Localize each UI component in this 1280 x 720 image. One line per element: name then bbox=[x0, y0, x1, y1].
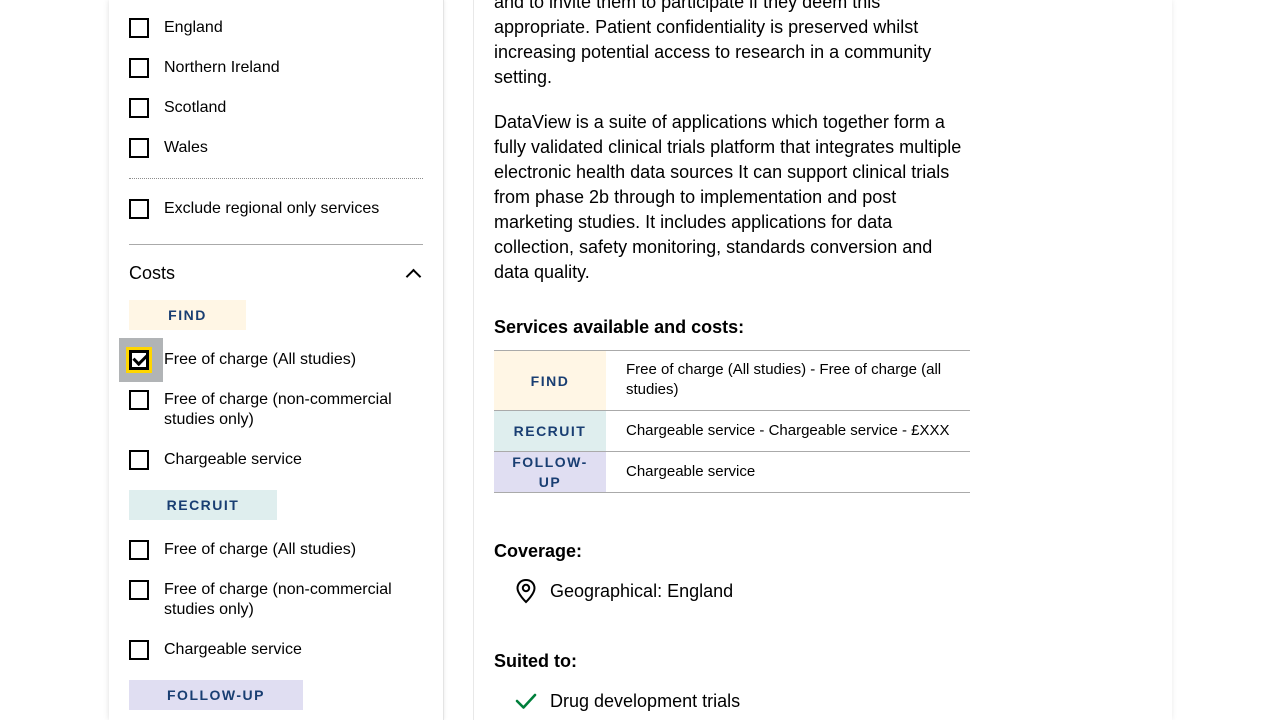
divider bbox=[129, 178, 423, 179]
region-checkbox-scotland[interactable]: Scotland bbox=[129, 98, 404, 118]
recruit-tag: RECRUIT bbox=[129, 490, 277, 520]
stage-cell-find: FIND bbox=[494, 350, 606, 411]
location-pin-icon bbox=[516, 578, 536, 604]
stage-cell-followup: FOLLOW-UP bbox=[494, 451, 606, 493]
suited-heading: Suited to: bbox=[494, 651, 577, 671]
checkbox[interactable] bbox=[129, 390, 149, 410]
costs-section-toggle[interactable]: Costs bbox=[129, 260, 423, 286]
table-row: RECRUIT Chargeable service - Chargeable … bbox=[494, 410, 970, 452]
suited-item-label: Drug development trials bbox=[550, 690, 741, 711]
checkbox[interactable] bbox=[129, 199, 149, 219]
check-icon bbox=[515, 693, 537, 709]
find-free-all-checkbox-overlay[interactable] bbox=[126, 347, 164, 373]
filter-sidebar: England Northern Ireland Scotland Wales … bbox=[109, 0, 444, 720]
services-costs-table: FIND Free of charge (All studies) - Free… bbox=[494, 350, 970, 493]
checkbox-label: Free of charge (non-commercial studies o… bbox=[164, 391, 392, 428]
cost-cell: Chargeable service bbox=[606, 451, 970, 493]
region-checkbox-northern-ireland[interactable]: Northern Ireland bbox=[129, 58, 404, 78]
intro-paragraph: and to invite them to participate if the… bbox=[494, 0, 932, 87]
checkbox[interactable] bbox=[129, 540, 149, 560]
checkbox-checked[interactable] bbox=[126, 347, 152, 373]
recruit-free-all-checkbox[interactable]: Free of charge (All studies) bbox=[129, 540, 404, 560]
checkbox-label: Free of charge (All studies) bbox=[164, 351, 357, 368]
followup-tag: FOLLOW-UP bbox=[129, 680, 303, 710]
find-chargeable-checkbox[interactable]: Chargeable service bbox=[129, 450, 404, 470]
checkbox-label: Wales bbox=[164, 139, 208, 156]
find-free-all-checkbox[interactable]: Free of charge (All studies) bbox=[126, 347, 404, 373]
coverage-item: Geographical: England bbox=[514, 578, 733, 604]
description-paragraph: DataView is a suite of applications whic… bbox=[494, 112, 962, 282]
checkbox[interactable] bbox=[129, 580, 149, 600]
checkbox[interactable] bbox=[129, 138, 149, 158]
checkbox-label: Scotland bbox=[164, 99, 227, 116]
table-row: FOLLOW-UP Chargeable service bbox=[494, 451, 970, 493]
find-tag: FIND bbox=[129, 300, 246, 330]
exclude-regional-checkbox[interactable]: Exclude regional only services bbox=[129, 199, 424, 219]
stage-cell-recruit: RECRUIT bbox=[494, 410, 606, 452]
section-title: Costs bbox=[129, 262, 176, 283]
checkbox[interactable] bbox=[129, 98, 149, 118]
table-row: FIND Free of charge (All studies) - Free… bbox=[494, 350, 970, 411]
checkmark-icon bbox=[132, 349, 149, 367]
checkbox[interactable] bbox=[129, 18, 149, 38]
suited-item: Drug development trials bbox=[514, 690, 740, 712]
coverage-heading: Coverage: bbox=[494, 541, 583, 561]
cost-cell: Chargeable service - Chargeable service … bbox=[606, 410, 970, 452]
checkbox-label: Northern Ireland bbox=[164, 59, 280, 76]
checkbox-label: Chargeable service bbox=[164, 451, 302, 468]
region-checkbox-england[interactable]: England bbox=[129, 18, 404, 38]
find-free-noncommercial-checkbox[interactable]: Free of charge (non-commercial studies o… bbox=[129, 390, 404, 430]
checkbox-label: Free of charge (All studies) bbox=[164, 541, 357, 558]
cost-cell: Free of charge (All studies) - Free of c… bbox=[606, 350, 970, 411]
region-checkbox-wales[interactable]: Wales bbox=[129, 138, 404, 158]
checkbox-label: England bbox=[164, 19, 223, 36]
checkbox[interactable] bbox=[129, 640, 149, 660]
checkbox[interactable] bbox=[129, 58, 149, 78]
recruit-free-noncommercial-checkbox[interactable]: Free of charge (non-commercial studies o… bbox=[129, 580, 404, 620]
checkbox-label: Chargeable service bbox=[164, 641, 302, 658]
services-heading: Services available and costs: bbox=[494, 317, 745, 337]
chevron-up-icon[interactable] bbox=[405, 268, 422, 284]
checkbox-label: Exclude regional only services bbox=[164, 200, 380, 217]
checkbox[interactable] bbox=[129, 450, 149, 470]
coverage-value: Geographical: England bbox=[550, 580, 734, 601]
checkbox-label: Free of charge (non-commercial studies o… bbox=[164, 581, 392, 618]
recruit-chargeable-checkbox[interactable]: Chargeable service bbox=[129, 640, 404, 660]
service-detail: and to invite them to participate if the… bbox=[473, 0, 1172, 720]
divider bbox=[129, 244, 423, 245]
